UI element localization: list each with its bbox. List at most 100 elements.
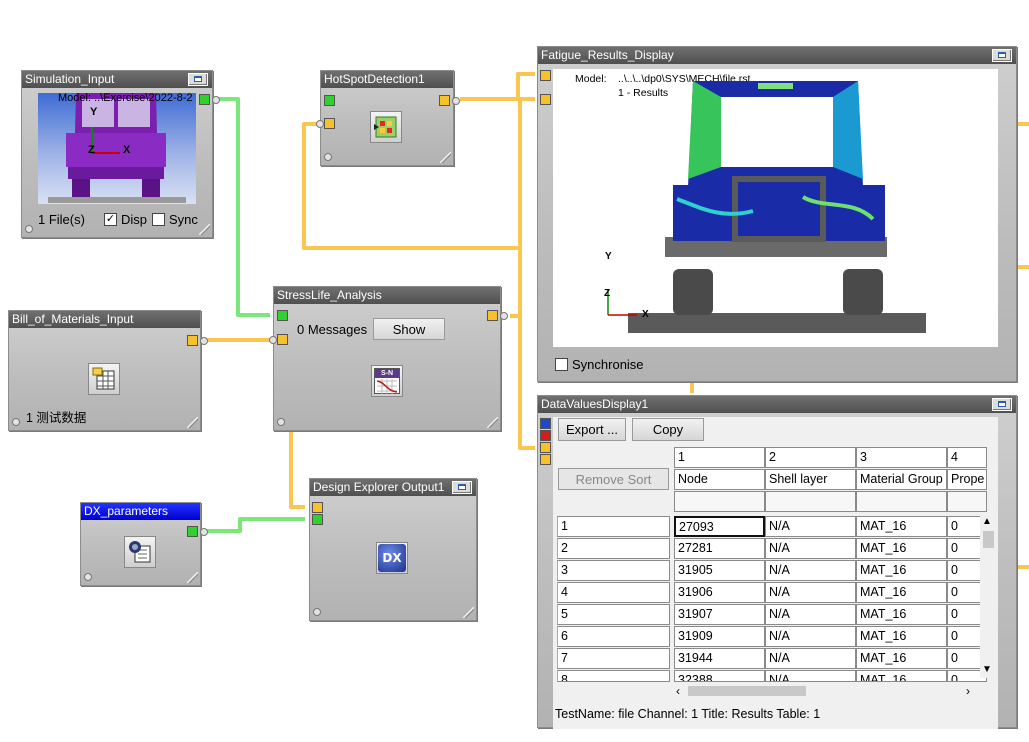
- material-group-cell[interactable]: MAT_16: [856, 582, 947, 603]
- shell-layer-cell[interactable]: N/A: [765, 582, 856, 603]
- output-port[interactable]: [187, 335, 198, 346]
- node-id-cell[interactable]: 31944: [674, 648, 765, 669]
- input-port-yellow[interactable]: [277, 334, 288, 345]
- column-header-property[interactable]: Prope: [947, 469, 987, 490]
- input-port-yellow-2[interactable]: [540, 94, 551, 105]
- results-viewport[interactable]: Model: ..\..\..\dp0\SYS\MECH\file.rst 1 …: [553, 69, 998, 347]
- input-port-connector[interactable]: [316, 120, 324, 128]
- maximize-button[interactable]: [452, 481, 472, 494]
- material-group-cell[interactable]: MAT_16: [856, 538, 947, 559]
- node-id-cell[interactable]: 31907: [674, 604, 765, 625]
- horizontal-scroll-thumb[interactable]: [688, 686, 806, 696]
- column-header-node[interactable]: Node: [674, 469, 765, 490]
- output-port[interactable]: [187, 526, 198, 537]
- node-id-cell[interactable]: 31906: [674, 582, 765, 603]
- resize-grip[interactable]: [199, 224, 210, 235]
- input-port-yellow[interactable]: [540, 70, 551, 81]
- input-port-red[interactable]: [540, 430, 551, 441]
- input-port-yellow-2[interactable]: [540, 454, 551, 465]
- node-id-cell[interactable]: 31909: [674, 626, 765, 647]
- resize-grip[interactable]: [187, 572, 198, 583]
- material-group-cell[interactable]: MAT_16: [856, 560, 947, 581]
- node-title-bar[interactable]: HotSpotDetection1: [321, 71, 453, 88]
- resize-grip[interactable]: [463, 607, 474, 618]
- output-port[interactable]: [439, 95, 450, 106]
- sync-checkbox[interactable]: [152, 213, 165, 226]
- node-title-bar[interactable]: Fatigue_Results_Display: [538, 47, 1016, 64]
- maximize-button[interactable]: [992, 398, 1012, 411]
- row-header[interactable]: 8: [557, 670, 670, 682]
- shell-layer-cell[interactable]: N/A: [765, 648, 856, 669]
- node-id-cell[interactable]: 31905: [674, 560, 765, 581]
- vertical-scrollbar[interactable]: ▲ ▼: [980, 514, 996, 678]
- scroll-left-icon[interactable]: ‹: [676, 684, 680, 698]
- simulation-input-node[interactable]: Simulation_Input Model: ..\Exercise\2022…: [21, 70, 220, 238]
- shell-layer-cell[interactable]: N/A: [765, 670, 856, 682]
- dx-parameters-node[interactable]: DX_parameters: [80, 502, 208, 586]
- fatigue-results-display-node[interactable]: Fatigue_Results_Display Model: ..\..\..\…: [537, 46, 1017, 382]
- node-title-bar[interactable]: Design Explorer Output1: [310, 479, 476, 496]
- input-port-green[interactable]: [277, 310, 288, 321]
- row-header[interactable]: 3: [557, 560, 670, 581]
- material-group-cell[interactable]: MAT_16: [856, 516, 947, 537]
- node-id-cell[interactable]: 27093: [674, 516, 765, 537]
- node-id-cell[interactable]: 32388: [674, 670, 765, 682]
- filter-cell-material-group[interactable]: [856, 491, 947, 512]
- input-port-connector[interactable]: [269, 336, 277, 344]
- row-header[interactable]: 5: [557, 604, 670, 625]
- material-group-cell[interactable]: MAT_16: [856, 648, 947, 669]
- model-preview[interactable]: Model: ..\Exercise\2022-8-2 Y Z X: [38, 93, 196, 204]
- node-title-bar[interactable]: Bill_of_Materials_Input: [9, 311, 200, 328]
- input-port-green[interactable]: [324, 95, 335, 106]
- shell-layer-cell[interactable]: N/A: [765, 560, 856, 581]
- material-group-cell[interactable]: MAT_16: [856, 626, 947, 647]
- synchronise-checkbox[interactable]: [555, 358, 568, 371]
- shell-layer-cell[interactable]: N/A: [765, 538, 856, 559]
- row-header[interactable]: 7: [557, 648, 670, 669]
- copy-button[interactable]: Copy: [632, 418, 704, 441]
- row-header[interactable]: 4: [557, 582, 670, 603]
- column-number-1[interactable]: 1: [674, 447, 765, 468]
- bill-of-materials-node[interactable]: Bill_of_Materials_Input 1 测试数据: [8, 310, 208, 431]
- column-number-2[interactable]: 2: [765, 447, 856, 468]
- shell-layer-cell[interactable]: N/A: [765, 516, 856, 537]
- workflow-canvas[interactable]: Simulation_Input Model: ..\Exercise\2022…: [0, 0, 1029, 742]
- column-number-3[interactable]: 3: [856, 447, 947, 468]
- material-group-cell[interactable]: MAT_16: [856, 670, 947, 682]
- row-header[interactable]: 6: [557, 626, 670, 647]
- output-port[interactable]: [487, 310, 498, 321]
- scroll-down-icon[interactable]: ▼: [982, 664, 992, 675]
- filter-cell-node[interactable]: [674, 491, 765, 512]
- row-header[interactable]: 2: [557, 538, 670, 559]
- input-port-yellow[interactable]: [324, 118, 335, 129]
- dx-parameters-icon[interactable]: [124, 536, 156, 568]
- node-title-bar[interactable]: DX_parameters: [81, 503, 200, 520]
- sn-curve-icon[interactable]: S-N: [371, 365, 403, 397]
- scroll-up-icon[interactable]: ▲: [982, 516, 992, 527]
- hotspot-detection-node[interactable]: HotSpotDetection1: [316, 70, 460, 166]
- remove-sort-button[interactable]: Remove Sort: [558, 468, 669, 490]
- node-title-bar[interactable]: DataValuesDisplay1: [538, 396, 1016, 413]
- shell-layer-cell[interactable]: N/A: [765, 626, 856, 647]
- data-values-display-node[interactable]: DataValuesDisplay1 Export ... Copy Remov…: [537, 395, 1017, 729]
- shell-layer-cell[interactable]: N/A: [765, 604, 856, 625]
- dx-logo-icon[interactable]: DX: [376, 542, 408, 574]
- input-port-yellow[interactable]: [312, 502, 323, 513]
- material-group-cell[interactable]: MAT_16: [856, 604, 947, 625]
- show-messages-button[interactable]: Show: [373, 318, 445, 340]
- resize-grip[interactable]: [187, 417, 198, 428]
- row-header[interactable]: 1: [557, 516, 670, 537]
- maximize-button[interactable]: [992, 49, 1012, 62]
- scroll-right-icon[interactable]: ›: [966, 684, 970, 698]
- input-port-green[interactable]: [312, 514, 323, 525]
- output-port-connector[interactable]: [200, 528, 208, 536]
- column-header-material-group[interactable]: Material Group: [856, 469, 947, 490]
- resize-grip[interactable]: [487, 417, 498, 428]
- vertical-scroll-thumb[interactable]: [983, 531, 994, 548]
- maximize-button[interactable]: [188, 73, 208, 86]
- output-port-connector[interactable]: [452, 97, 460, 105]
- display-checkbox[interactable]: ✓: [104, 213, 117, 226]
- filter-cell-shell-layer[interactable]: [765, 491, 856, 512]
- hotspot-grid-icon[interactable]: [370, 111, 402, 143]
- node-title-bar[interactable]: StressLife_Analysis: [274, 287, 500, 304]
